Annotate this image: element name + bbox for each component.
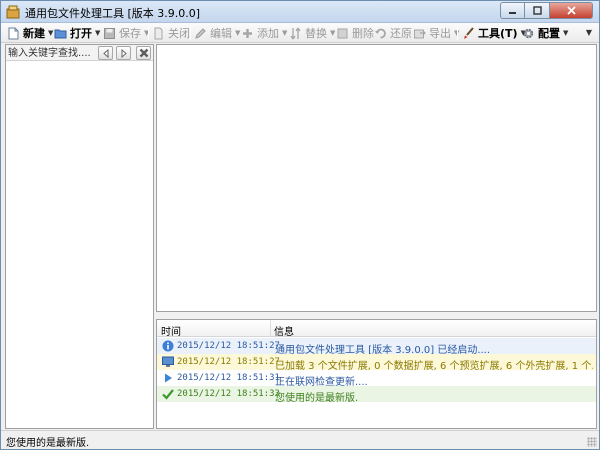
close-icon <box>566 6 576 15</box>
maximize-button[interactable] <box>525 2 550 19</box>
delete-label: 删除 <box>352 27 374 40</box>
triangle-left-icon <box>102 48 108 58</box>
triangle-right-icon <box>121 48 127 58</box>
open-label: 打开 <box>70 27 92 40</box>
window-title: 通用包文件处理工具 [版本 3.9.0.0] <box>25 7 201 20</box>
export-icon <box>414 29 426 38</box>
delete-icon <box>337 28 348 38</box>
window-controls <box>500 2 593 20</box>
delete-button[interactable]: 删除 <box>336 25 374 41</box>
minimize-icon <box>509 12 516 14</box>
replace-button[interactable]: 替换 ▼ <box>289 25 335 41</box>
search-clear-button[interactable] <box>136 46 151 60</box>
swap-icon <box>290 27 301 39</box>
replace-label: 替换 <box>305 27 327 40</box>
tools-menu-button[interactable]: 工具(T) ▼ <box>462 25 526 41</box>
log-time: 2015/12/12 18:51:27 <box>177 357 280 367</box>
log-time: 2015/12/12 18:51:33 <box>177 389 280 399</box>
maximize-icon <box>532 6 542 15</box>
log-header: 时间 信息 <box>157 320 596 338</box>
app-icon <box>6 5 20 19</box>
toolbar-overflow-icon[interactable]: ▼ <box>583 25 595 41</box>
config-label: 配置 <box>538 27 560 40</box>
new-label: 新建 <box>23 27 45 40</box>
info-icon <box>162 340 174 352</box>
toolbar-separator <box>190 26 191 40</box>
resize-grip[interactable] <box>587 437 597 447</box>
toolbar-separator <box>457 26 458 40</box>
log-time: 2015/12/12 18:51:27 <box>177 341 280 351</box>
search-bar <box>6 45 153 61</box>
column-header-info[interactable]: 信息 <box>274 323 294 338</box>
add-button[interactable]: 添加 ▼ <box>241 25 287 41</box>
close-file-icon <box>154 27 163 39</box>
file-tree-panel[interactable] <box>5 44 154 429</box>
export-button[interactable]: 导出 ▼ <box>413 25 459 41</box>
new-button[interactable]: 新建 ▼ <box>7 25 53 41</box>
edit-label: 编辑 <box>210 27 232 40</box>
edit-button[interactable]: 编辑 ▼ <box>194 25 240 41</box>
log-row[interactable]: 2015/12/12 18:51:27 已加载 3 个文件扩展, 0 个数据扩展… <box>157 354 596 372</box>
search-next-button[interactable] <box>116 46 131 60</box>
restore-button[interactable]: 还原 <box>374 25 412 41</box>
toolbar-separator <box>148 26 149 40</box>
app-window: 通用包文件处理工具 [版本 3.9.0.0] 新建 ▼ 打开 ▼ 保存 ▼ 关闭… <box>0 0 600 450</box>
chevron-down-icon: ▼ <box>330 29 336 37</box>
chevron-down-icon: ▼ <box>563 29 569 37</box>
add-label: 添加 <box>257 27 279 40</box>
close-window-button[interactable] <box>550 2 593 19</box>
plus-icon <box>243 28 252 38</box>
pencil-icon <box>195 27 206 39</box>
column-divider[interactable] <box>270 320 271 337</box>
status-text: 您使用的是最新版. <box>6 438 90 449</box>
toolbar: 新建 ▼ 打开 ▼ 保存 ▼ 关闭 编辑 ▼ 添加 ▼ 替换 ▼ 删除 还原 导… <box>1 23 599 43</box>
save-icon <box>104 27 115 39</box>
chevron-down-icon: ▼ <box>235 29 241 37</box>
close-file-button[interactable]: 关闭 <box>152 25 190 41</box>
new-file-icon <box>8 27 19 39</box>
status-bar: 您使用的是最新版. <box>1 430 599 449</box>
clear-x-icon <box>139 48 148 58</box>
export-label: 导出 <box>429 27 451 40</box>
search-prev-button[interactable] <box>98 46 113 60</box>
log-row[interactable]: 2015/12/12 18:51:33 您使用的是最新版. <box>157 386 596 404</box>
gear-icon <box>523 28 534 38</box>
play-icon <box>165 373 172 383</box>
check-icon <box>162 389 174 400</box>
tools-label: 工具(T) <box>478 27 518 40</box>
log-message: 您使用的是最新版. <box>275 393 359 404</box>
title-bar[interactable]: 通用包文件处理工具 [版本 3.9.0.0] <box>1 1 599 23</box>
chevron-down-icon: ▼ <box>282 29 288 37</box>
monitor-icon <box>162 356 174 367</box>
close-file-label: 关闭 <box>168 27 190 40</box>
folder-open-icon <box>54 29 67 38</box>
save-button[interactable]: 保存 ▼ <box>103 25 149 41</box>
log-panel[interactable]: 时间 信息 2015/12/12 18:51:27 通用包文件处理工具 [版本 … <box>156 319 597 429</box>
chevron-down-icon: ▼ <box>95 29 101 37</box>
save-label: 保存 <box>119 27 141 40</box>
brush-icon <box>464 26 474 39</box>
log-time: 2015/12/12 18:51:31 <box>177 373 280 383</box>
preview-panel[interactable] <box>156 44 597 312</box>
minimize-button[interactable] <box>500 2 525 19</box>
chevron-down-icon: ▼ <box>48 29 54 37</box>
open-button[interactable]: 打开 ▼ <box>54 25 100 41</box>
column-header-time[interactable]: 时间 <box>161 323 181 338</box>
search-input[interactable] <box>8 46 94 60</box>
restore-label: 还原 <box>390 27 412 40</box>
undo-icon <box>375 28 386 38</box>
log-row[interactable]: 2015/12/12 18:51:27 通用包文件处理工具 [版本 3.9.0.… <box>157 338 596 356</box>
log-row[interactable]: 2015/12/12 18:51:31 正在联网检查更新.... <box>157 370 596 388</box>
config-menu-button[interactable]: 配置 ▼ <box>522 25 568 41</box>
